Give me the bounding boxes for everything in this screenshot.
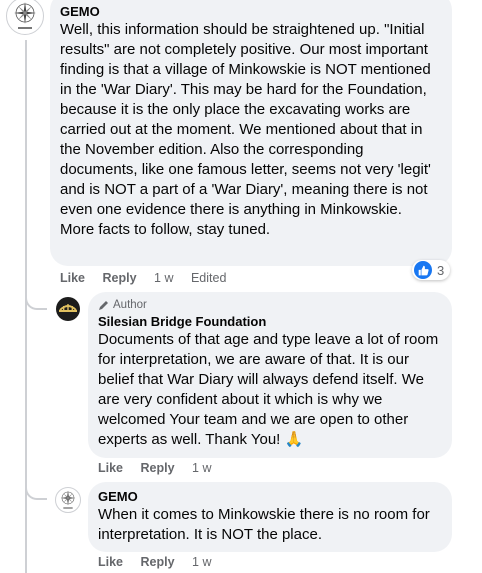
like-button[interactable]: Like [60,270,85,286]
comment-text: Documents of that age and type leave a l… [98,331,439,448]
comment-actions: Like Reply 1 w [98,554,211,570]
comment-bubble: GEMO When it comes to Minkowskie there i… [88,482,452,552]
comment-actions: Like Reply 1 w [98,460,211,476]
reply-button[interactable]: Reply [103,270,137,286]
thread-branch [25,290,47,310]
comment-bubble: GEMO Well, this information should be st… [50,0,452,266]
reaction-summary[interactable]: 3 [412,260,451,280]
like-button[interactable]: Like [98,554,123,570]
reply-button[interactable]: Reply [141,460,175,476]
comment-author[interactable]: GEMO [60,4,440,20]
avatar[interactable] [55,487,81,513]
reply-button[interactable]: Reply [141,554,175,570]
compass-rose-logo-icon [60,490,76,509]
comment-author[interactable]: Silesian Bridge Foundation [98,314,442,330]
comment-text: Well, this information should be straigh… [60,21,431,238]
author-badge: Author [98,298,442,312]
avatar[interactable] [6,0,44,35]
author-badge-label: Author [113,299,147,311]
comment-timestamp[interactable]: 1 w [192,460,211,476]
bridge-logo-icon [59,304,77,312]
compass-rose-logo-icon [14,2,36,29]
thread-branch [25,480,47,500]
pen-icon [99,301,108,310]
comment-timestamp[interactable]: 1 w [154,270,173,286]
comment-timestamp[interactable]: 1 w [192,554,211,570]
like-button[interactable]: Like [98,460,123,476]
comment-actions: Like Reply 1 w Edited [60,270,226,286]
comment-author[interactable]: GEMO [98,489,442,505]
comment-bubble: Author Silesian Bridge Foundation Docume… [88,292,452,458]
edited-label[interactable]: Edited [191,270,226,286]
reaction-count: 3 [437,262,445,278]
thumbs-up-icon [414,261,432,279]
avatar[interactable] [56,297,80,321]
comment-text: When it comes to Minkowskie there is no … [98,506,430,543]
